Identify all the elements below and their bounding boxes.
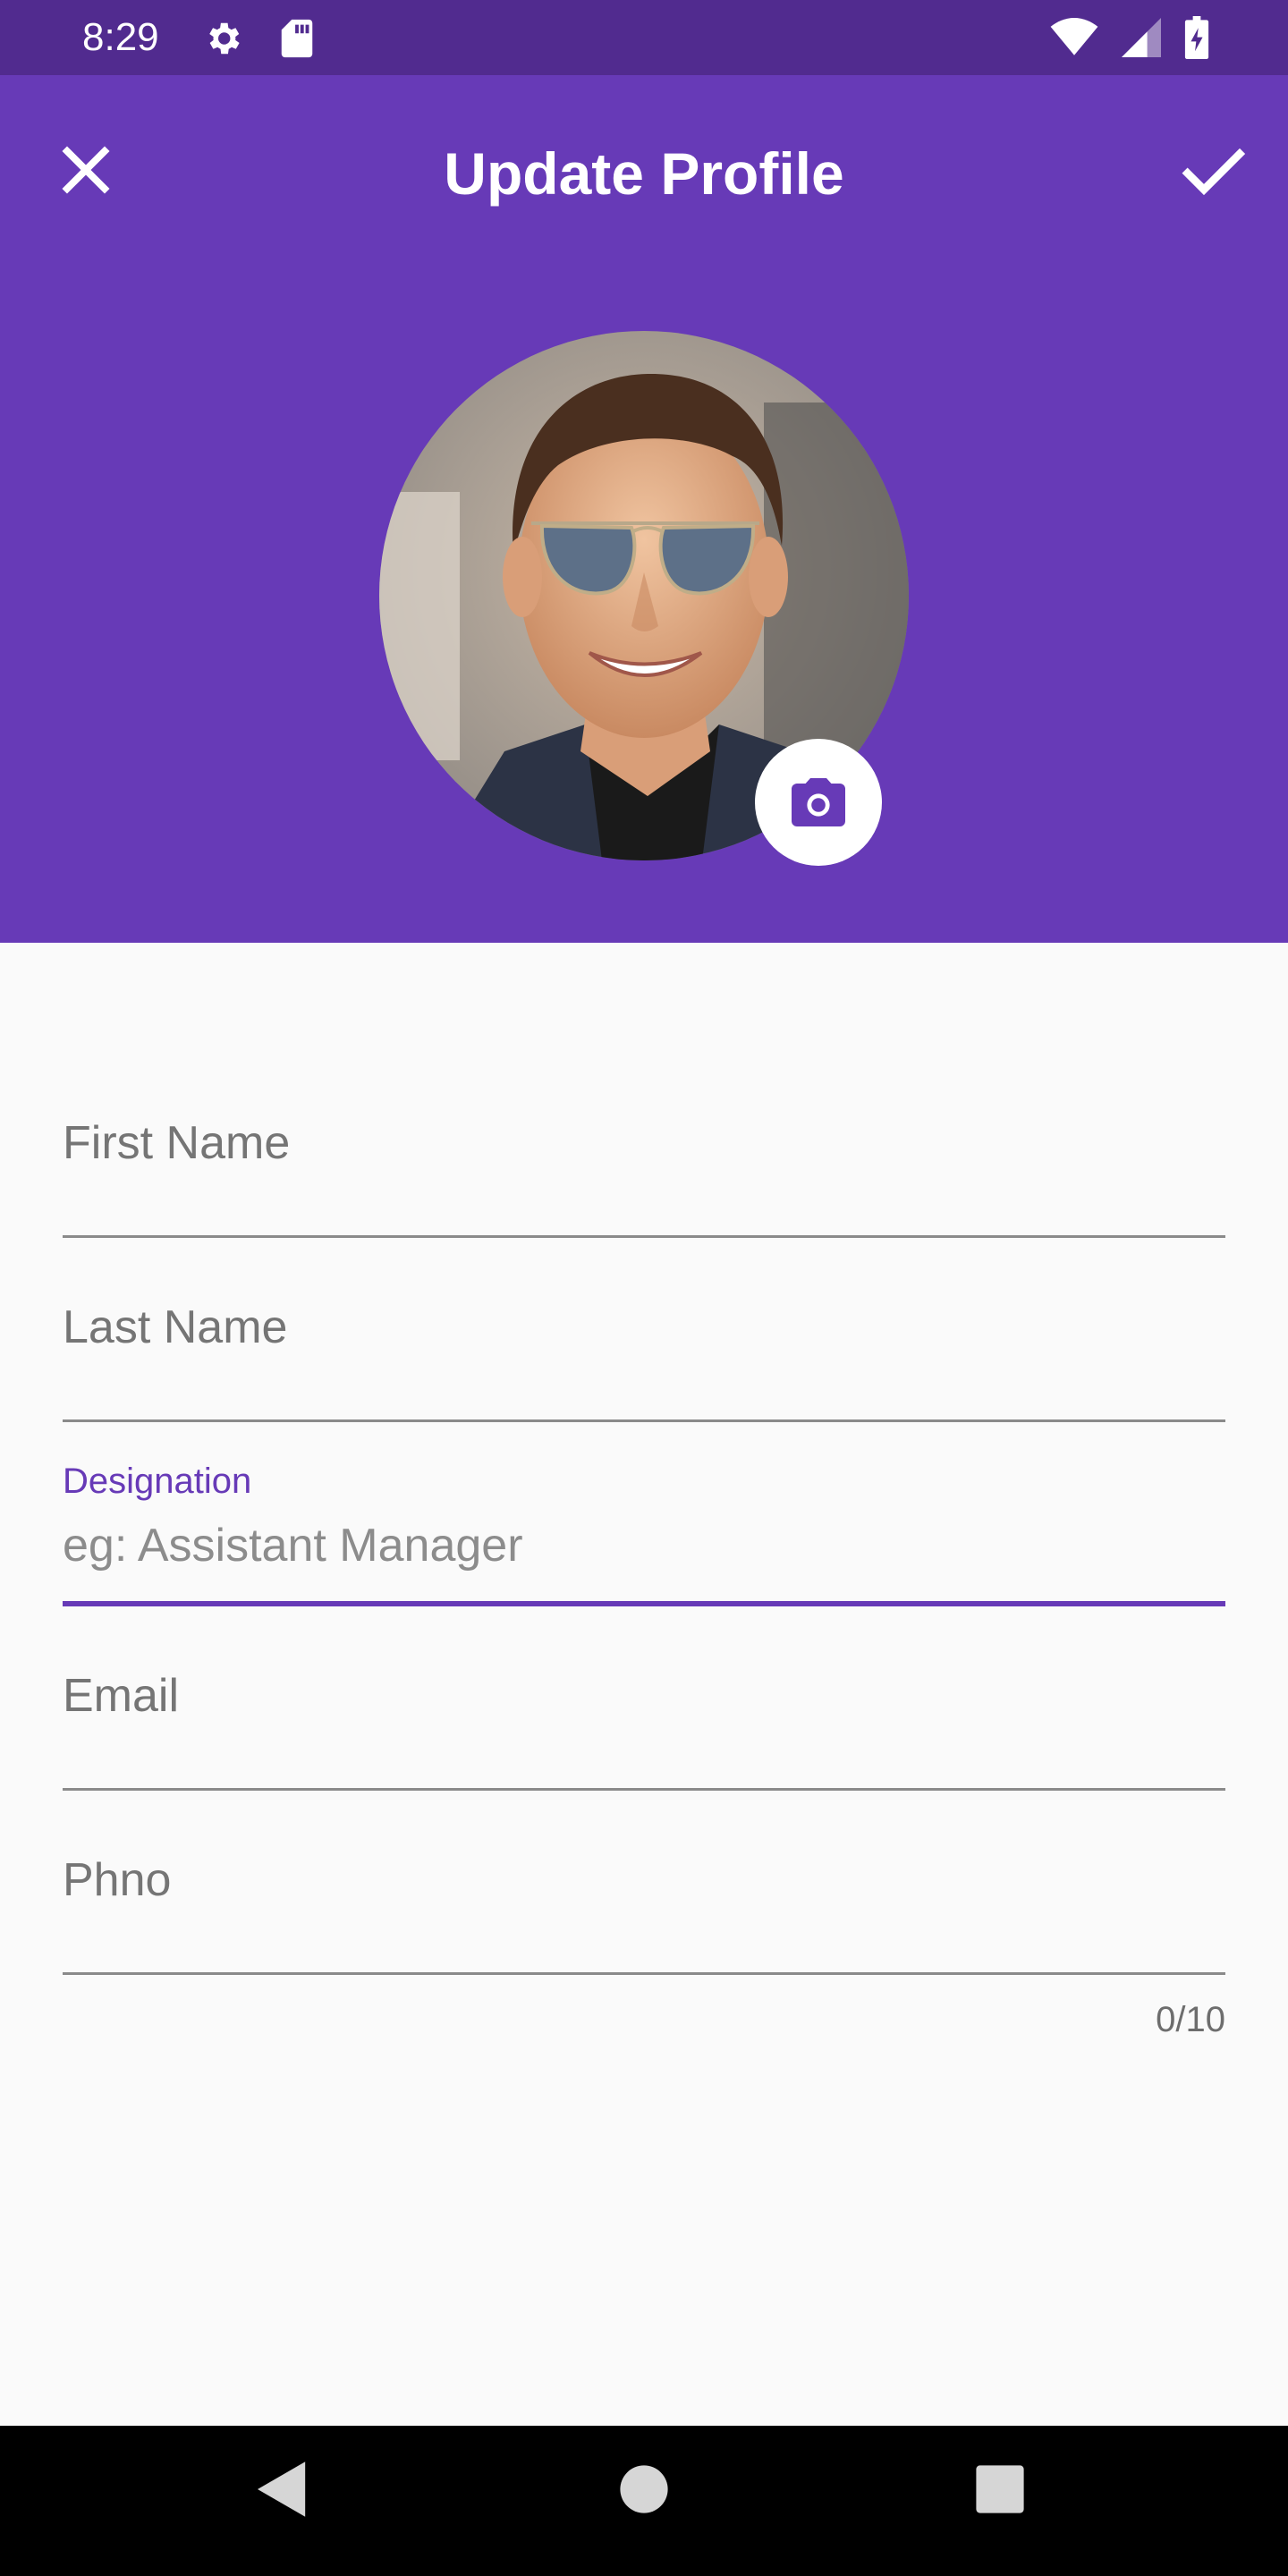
- email-field[interactable]: Email: [63, 1621, 1225, 1791]
- check-icon: [1182, 148, 1246, 196]
- signal-icon: [1122, 18, 1161, 57]
- status-time: 8:29: [82, 15, 159, 59]
- profile-header: Update Profile: [0, 75, 1288, 943]
- status-left-icons: [202, 18, 315, 59]
- phone-underline: [63, 1972, 1225, 1975]
- change-photo-button[interactable]: [755, 739, 882, 866]
- designation-label: Designation: [63, 1462, 252, 1501]
- camera-icon: [792, 778, 845, 826]
- designation-field[interactable]: Designation: [63, 1411, 1225, 1608]
- first-name-underline: [63, 1235, 1225, 1238]
- phone-label: Phno: [63, 1854, 172, 1906]
- status-right-icons: [1050, 16, 1209, 59]
- first-name-label: First Name: [63, 1117, 291, 1169]
- back-icon: [258, 2462, 306, 2517]
- page-title: Update Profile: [444, 140, 844, 207]
- phone-char-counter: 0/10: [1156, 2000, 1225, 2039]
- first-name-field[interactable]: First Name: [63, 1068, 1225, 1238]
- email-label: Email: [63, 1670, 180, 1722]
- home-icon: [620, 2465, 668, 2513]
- designation-input[interactable]: [63, 1510, 1225, 1581]
- status-bar: 8:29: [0, 0, 1288, 75]
- wifi-icon: [1050, 18, 1098, 55]
- email-underline: [63, 1788, 1225, 1791]
- system-nav-bar: [0, 2426, 1288, 2576]
- phone-field[interactable]: Phno 0/10: [63, 1805, 1225, 2039]
- avatar-container: [379, 331, 909, 866]
- last-name-field[interactable]: Last Name: [63, 1252, 1225, 1422]
- save-button[interactable]: [1177, 136, 1249, 208]
- sd-card-icon: [281, 19, 313, 58]
- home-button[interactable]: [619, 2462, 669, 2521]
- last-name-label: Last Name: [63, 1301, 288, 1353]
- settings-icon: [209, 22, 240, 55]
- battery-charging-icon: [1184, 16, 1209, 59]
- recents-icon: [976, 2465, 1024, 2513]
- designation-underline: [63, 1601, 1225, 1606]
- recents-button[interactable]: [975, 2462, 1025, 2521]
- back-button[interactable]: [258, 2462, 308, 2521]
